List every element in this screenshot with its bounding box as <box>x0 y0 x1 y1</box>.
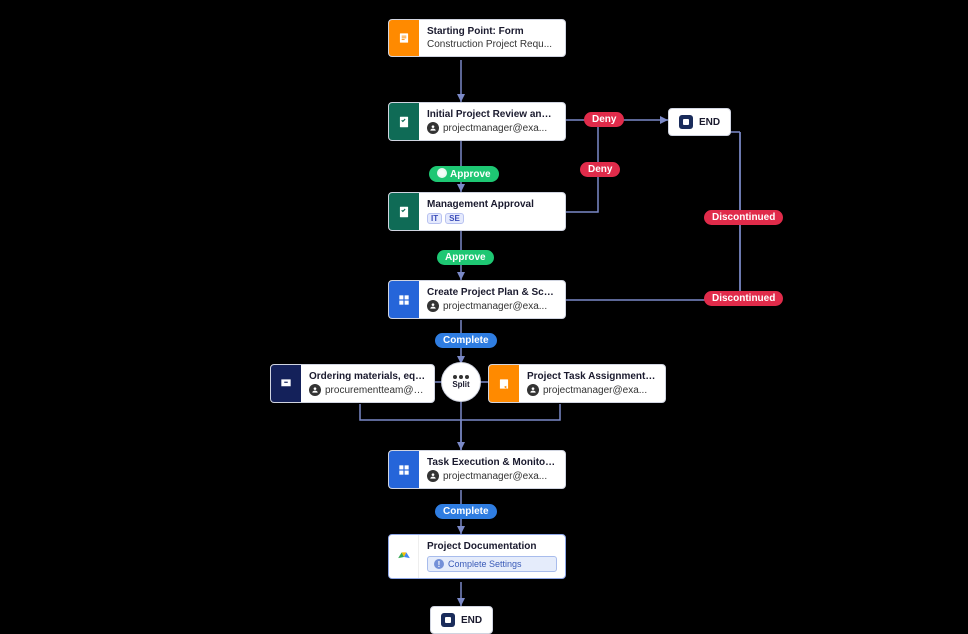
assignee-text: projectmanager@exa... <box>443 301 547 312</box>
form-icon <box>389 20 419 56</box>
node-title: Project Documentation <box>427 541 557 552</box>
node-title: Initial Project Review and Fe... <box>427 109 557 120</box>
node-create-plan[interactable]: Create Project Plan & Sched... projectma… <box>388 280 566 319</box>
node-title: Ordering materials, equipme... <box>309 371 426 382</box>
drive-icon <box>389 535 419 578</box>
node-management-approval[interactable]: Management Approval IT SE <box>388 192 566 231</box>
assignee-row: projectmanager@exa... <box>527 384 657 396</box>
end-label: END <box>461 615 482 626</box>
pill-discontinued: Discontinued <box>704 291 783 306</box>
assignee-row: projectmanager@exa... <box>427 300 557 312</box>
assignee-text: projectmanager@exa... <box>443 123 547 134</box>
stop-icon <box>441 613 455 627</box>
node-title: Starting Point: Form <box>427 26 557 37</box>
person-icon <box>427 470 439 482</box>
form-icon <box>489 365 519 402</box>
mini-badge: SE <box>445 213 464 224</box>
node-split[interactable]: Split <box>441 362 481 402</box>
pill-approve: Approve <box>437 250 494 265</box>
person-icon <box>427 300 439 312</box>
node-task-assignment[interactable]: Project Task Assignment Form projectmana… <box>488 364 666 403</box>
node-subtitle: Construction Project Requ... <box>427 39 557 50</box>
split-label: Split <box>452 380 469 389</box>
person-icon <box>527 384 539 396</box>
check-icon <box>437 168 447 178</box>
alert-icon: ! <box>434 559 444 569</box>
button-label: Complete Settings <box>448 559 522 569</box>
node-starting-point[interactable]: Starting Point: Form Construction Projec… <box>388 19 566 57</box>
node-ordering-materials[interactable]: Ordering materials, equipme... procureme… <box>270 364 435 403</box>
grid-icon <box>389 451 419 488</box>
person-icon <box>309 384 321 396</box>
pill-discontinued: Discontinued <box>704 210 783 225</box>
node-end[interactable]: END <box>668 108 731 136</box>
mini-badge: IT <box>427 213 442 224</box>
assignee-text: projectmanager@exa... <box>443 471 547 482</box>
node-initial-review[interactable]: Initial Project Review and Fe... project… <box>388 102 566 141</box>
assignee-row: projectmanager@exa... <box>427 122 557 134</box>
node-end[interactable]: END <box>430 606 493 634</box>
assignee-row: projectmanager@exa... <box>427 470 557 482</box>
person-icon <box>427 122 439 134</box>
assignee-row: procurementteam@ex... <box>309 384 426 396</box>
end-label: END <box>699 117 720 128</box>
pill-deny: Deny <box>580 162 620 177</box>
checklist-icon <box>389 193 419 230</box>
checklist-icon <box>389 103 419 140</box>
complete-settings-button[interactable]: ! Complete Settings <box>427 556 557 572</box>
node-title: Project Task Assignment Form <box>527 371 657 382</box>
node-project-documentation[interactable]: Project Documentation ! Complete Setting… <box>388 534 566 579</box>
grid-icon <box>389 281 419 318</box>
stop-icon <box>679 115 693 129</box>
badge-row: IT SE <box>427 213 557 224</box>
node-title: Management Approval <box>427 199 557 210</box>
pill-complete: Complete <box>435 504 497 519</box>
split-icon <box>453 375 469 379</box>
pill-complete: Complete <box>435 333 497 348</box>
inbox-icon <box>271 365 301 402</box>
pill-deny: Deny <box>584 112 624 127</box>
assignee-text: projectmanager@exa... <box>543 385 647 396</box>
assignee-text: procurementteam@ex... <box>325 385 426 396</box>
node-task-execution[interactable]: Task Execution & Monitoring projectmanag… <box>388 450 566 489</box>
pill-approve: Approve <box>429 166 499 182</box>
node-title: Task Execution & Monitoring <box>427 457 557 468</box>
node-title: Create Project Plan & Sched... <box>427 287 557 298</box>
